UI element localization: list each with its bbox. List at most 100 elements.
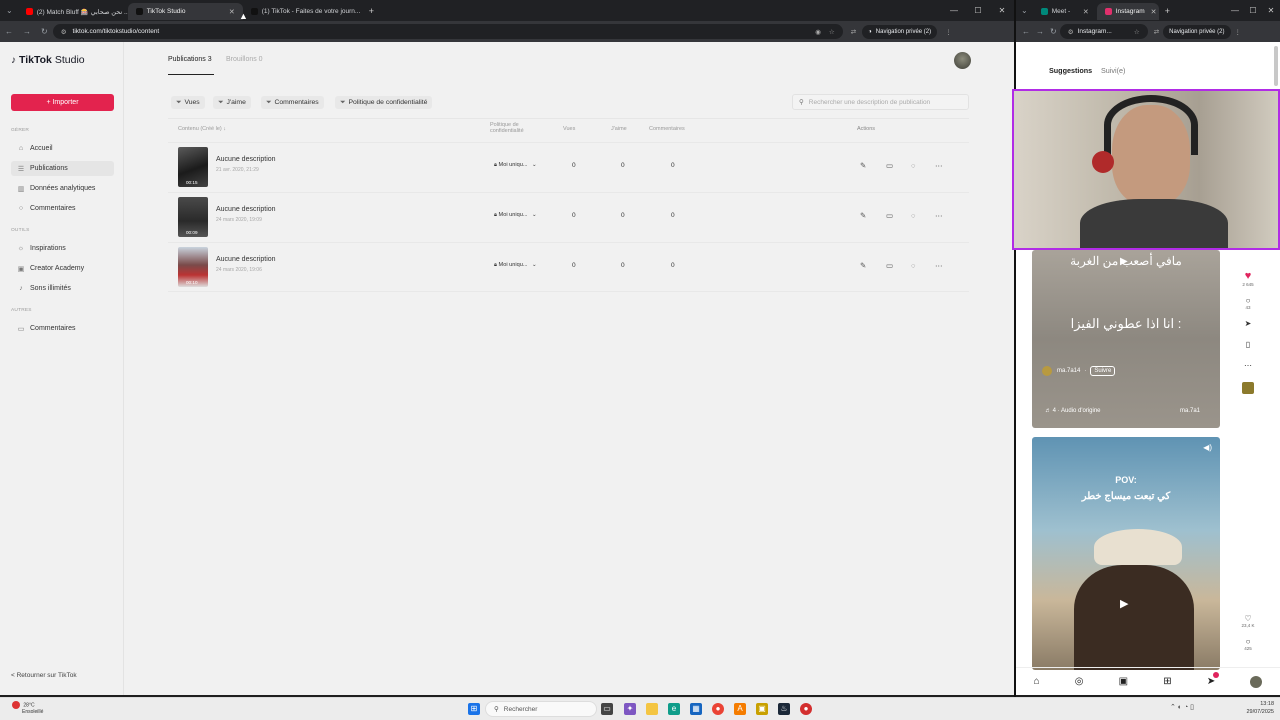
save-icon[interactable]: ▯	[1241, 340, 1255, 349]
edit-pencil-icon[interactable]: ✎	[860, 261, 866, 270]
sidebar-item-creator-academy[interactable]: ▣ Creator Academy	[11, 261, 114, 276]
weather-widget[interactable]: 28°C Ensoleillé	[12, 701, 43, 716]
bookmark-star-icon[interactable]: ☆	[829, 28, 835, 36]
scrollbar[interactable]	[1274, 46, 1278, 86]
tab-publications[interactable]: Publications 3	[168, 56, 212, 63]
reel-post[interactable]: ◀) POV: كي تبعت ميساج خطر ▶	[1032, 437, 1220, 670]
comment-icon[interactable]: ○	[1241, 637, 1255, 646]
tab-drafts[interactable]: Brouillons 0	[226, 56, 263, 63]
tab-match-bluff[interactable]: (2) Match Bluff 🎰 نحن صحابي ... ✕	[18, 3, 128, 20]
more-options-icon[interactable]: ⋯	[935, 211, 943, 220]
table-row[interactable]: 00:09 Aucune description 24 mars 2020, 1…	[168, 192, 969, 242]
sidebar-item-accueil[interactable]: ⌂ Accueil	[11, 141, 114, 156]
tab-suggestions[interactable]: Suggestions	[1049, 66, 1092, 75]
privacy-dropdown[interactable]: 🔒︎ Moi uniqu... ⌄	[494, 162, 537, 169]
reel-audio[interactable]: ♬ 4 · Audio d'origine	[1045, 408, 1101, 414]
new-tab-button[interactable]: +	[369, 6, 374, 16]
url-field[interactable]: ⚙ Instagram... ☆	[1059, 24, 1148, 39]
close-tab-icon[interactable]: ✕	[223, 8, 235, 16]
reload-icon[interactable]: ↻	[41, 27, 48, 36]
reel-author[interactable]: ma.7a14 · Suivre	[1042, 366, 1116, 376]
privacy-dropdown[interactable]: 🔒︎ Moi uniqu... ⌄	[494, 212, 537, 219]
video-thumbnail[interactable]: 00:15	[178, 147, 208, 187]
task-view-icon[interactable]: ▭	[601, 703, 613, 715]
table-row[interactable]: 00:15 Aucune description 21 avr. 2020, 2…	[168, 142, 969, 192]
more-options-icon[interactable]: ⋯	[935, 261, 943, 270]
sidebar-item-comments-2[interactable]: ▭ Commentaires	[11, 321, 114, 336]
tab-following[interactable]: Suivi(e)	[1101, 66, 1125, 75]
tab-tiktok-studio[interactable]: TikTok Studio ✕	[127, 3, 243, 20]
filter-privacy[interactable]: ⏷ Politique de confidentialité	[335, 96, 433, 109]
file-explorer-icon[interactable]	[646, 703, 658, 715]
tab-meet[interactable]: Meet - ✕	[1033, 3, 1097, 20]
column-header-likes[interactable]: J'aime	[611, 126, 627, 132]
audio-thumb-icon[interactable]	[1242, 382, 1254, 394]
tiktok-logo[interactable]: ♪ TikTok Studio	[11, 54, 85, 66]
edge-icon[interactable]: e	[668, 703, 680, 715]
site-info-icon[interactable]: ⚙	[1068, 28, 1074, 36]
sidebar-item-analytics[interactable]: ▥ Données analytiques	[11, 181, 114, 196]
private-mode-badge[interactable]: Navigation privée (2)	[1163, 24, 1231, 39]
heart-icon[interactable]: ♥	[1245, 270, 1252, 282]
store-icon[interactable]: ▦	[690, 703, 702, 715]
column-header-comments[interactable]: Commentaires	[649, 126, 685, 132]
menu-kebab-icon[interactable]: ⋮	[945, 28, 952, 36]
tab-tiktok-home[interactable]: (1) TikTok - Faites de votre journ... ✕	[243, 3, 361, 20]
column-header-views[interactable]: Vues	[563, 126, 575, 132]
link-icon[interactable]: ◌	[911, 161, 915, 170]
app-icon-2[interactable]: ▣	[756, 703, 768, 715]
comment-bubble-icon[interactable]: ▭	[886, 211, 893, 220]
comment-bubble-icon[interactable]: ▭	[886, 261, 893, 270]
edit-pencil-icon[interactable]: ✎	[860, 211, 866, 220]
profile-avatar[interactable]	[1250, 675, 1263, 688]
back-icon[interactable]: ←	[5, 27, 13, 36]
eye-off-icon[interactable]: ◉	[815, 28, 821, 36]
extensions-icon[interactable]: ⇄	[851, 28, 856, 36]
forward-icon[interactable]: →	[23, 27, 31, 36]
forward-icon[interactable]: →	[1036, 27, 1044, 36]
close-tab-icon[interactable]: ✕	[1145, 8, 1157, 16]
more-icon[interactable]: ⋯	[1241, 361, 1255, 370]
messages-icon[interactable]: ➤	[1207, 672, 1219, 687]
close-window-icon[interactable]: ✕	[1262, 6, 1280, 15]
link-icon[interactable]: ◌	[911, 261, 915, 270]
video-thumbnail[interactable]: 00:10	[178, 247, 208, 287]
tab-instagram[interactable]: Instagram ✕	[1096, 3, 1159, 20]
close-window-icon[interactable]: ✕	[990, 6, 1014, 15]
reload-icon[interactable]: ↻	[1050, 27, 1057, 36]
close-tab-icon[interactable]: ✕	[1077, 8, 1089, 16]
bookmark-star-icon[interactable]: ☆	[1134, 28, 1140, 36]
reel-post[interactable]: مافي أصعب من الغربة ▶ انا اذا عطوني الفي…	[1032, 250, 1220, 428]
app-icon[interactable]: A	[734, 703, 746, 715]
new-tab-button[interactable]: +	[1165, 6, 1170, 16]
filter-likes[interactable]: ⏷ J'aime	[213, 96, 251, 109]
follow-button[interactable]: Suivre	[1090, 366, 1116, 376]
more-options-icon[interactable]: ⋯	[935, 161, 943, 170]
private-mode-badge[interactable]: ◑ Navigation privée (2)	[862, 24, 938, 39]
filter-views[interactable]: ⏷ Vues	[171, 96, 205, 109]
import-button[interactable]: + Importer	[11, 94, 114, 111]
column-header-content[interactable]: Contenu (Créé le) ↓	[178, 126, 226, 132]
steam-icon[interactable]: ♨	[778, 703, 790, 715]
heart-icon[interactable]: ♡	[1244, 614, 1251, 623]
copilot-icon[interactable]: ✦	[624, 703, 636, 715]
sound-icon[interactable]: ◀)	[1203, 443, 1212, 452]
menu-kebab-icon[interactable]: ⋮	[1235, 28, 1242, 36]
video-thumbnail[interactable]: 00:09	[178, 197, 208, 237]
back-to-tiktok-link[interactable]: < Retourner sur TikTok	[11, 672, 77, 679]
filter-comments[interactable]: ⏷ Commentaires	[261, 96, 324, 109]
chrome-alt-icon[interactable]: ●	[800, 703, 812, 715]
site-info-icon[interactable]: ⚙	[61, 28, 67, 36]
maximize-icon[interactable]: ☐	[1244, 6, 1262, 15]
extensions-icon[interactable]: ⇄	[1154, 28, 1159, 36]
table-row[interactable]: 00:10 Aucune description 24 mars 2020, 1…	[168, 242, 969, 292]
clock[interactable]: 13:18 29/07/2025	[1246, 700, 1274, 716]
search-input[interactable]: ⚲ Rechercher une description de publicat…	[792, 94, 969, 110]
tab-search-icon[interactable]: ⌄	[6, 6, 13, 15]
minimize-icon[interactable]: —	[942, 6, 966, 15]
comment-bubble-icon[interactable]: ▭	[886, 161, 893, 170]
privacy-dropdown[interactable]: 🔒︎ Moi uniqu... ⌄	[494, 262, 537, 269]
taskbar-search[interactable]: ⚲ Rechercher	[485, 701, 597, 717]
explore-icon[interactable]: ◎	[1075, 676, 1084, 687]
create-icon[interactable]: ⊞	[1163, 676, 1171, 687]
